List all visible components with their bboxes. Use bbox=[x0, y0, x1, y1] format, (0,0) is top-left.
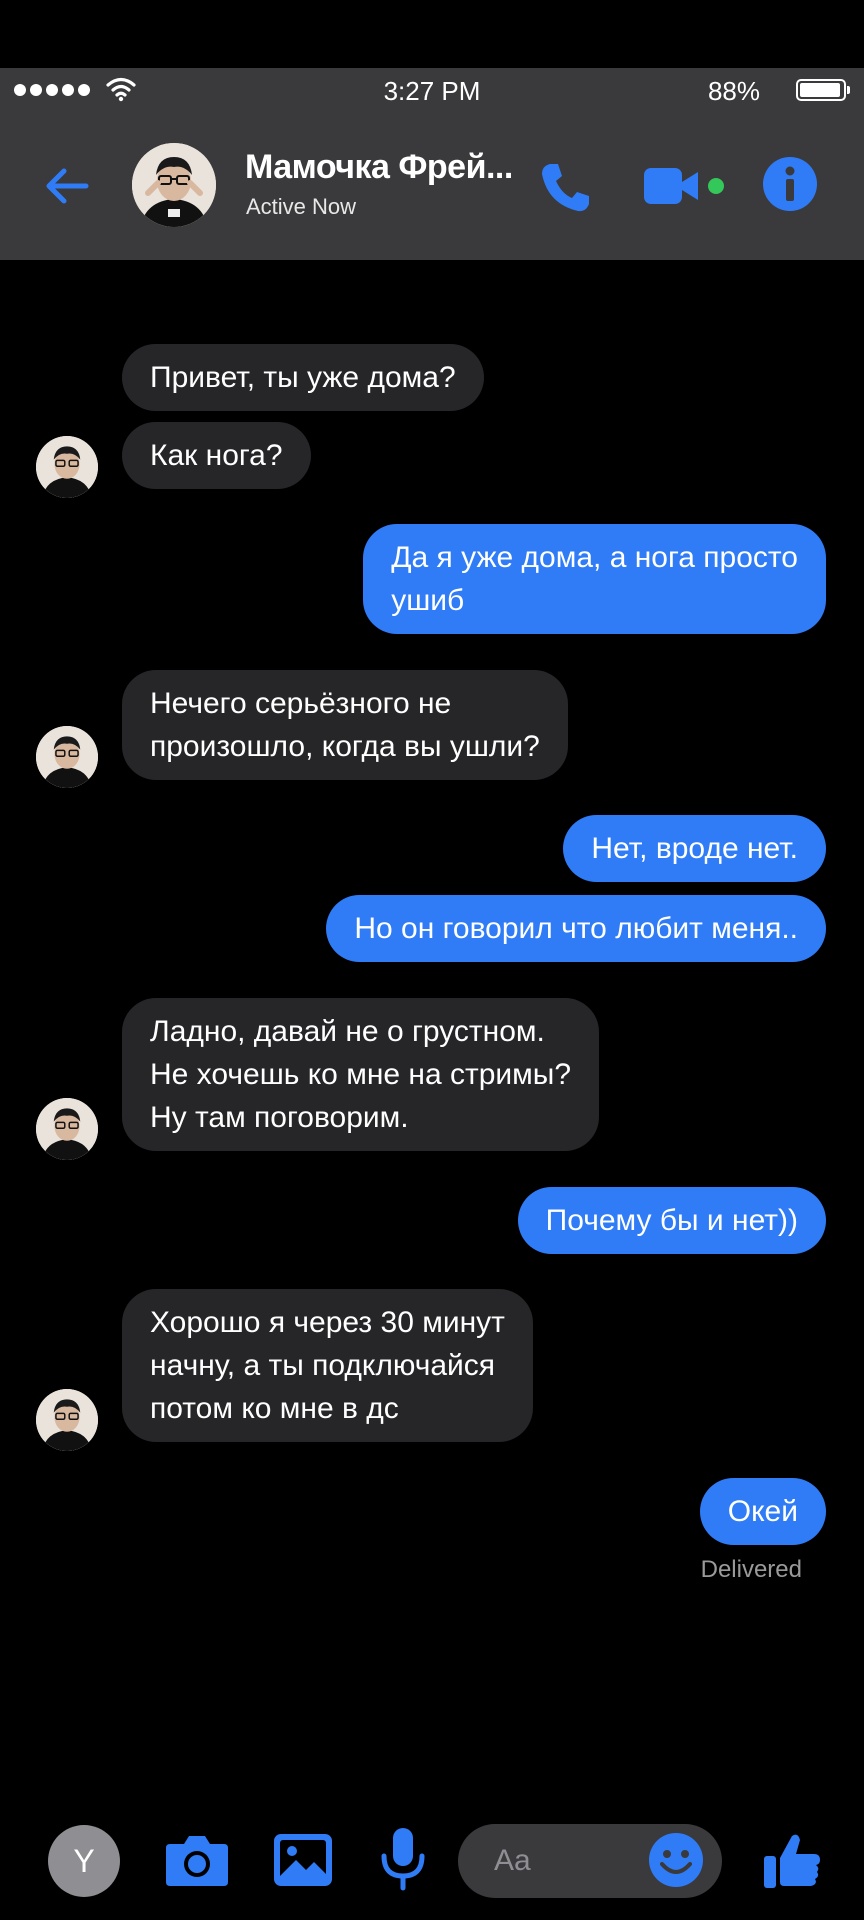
contact-status: Active Now bbox=[246, 194, 357, 219]
user-avatar-letter: Y bbox=[73, 1842, 95, 1879]
mic-icon[interactable] bbox=[378, 1826, 428, 1892]
message-incoming[interactable]: Как нога? bbox=[122, 422, 311, 489]
message-line: Ну там поговорим. bbox=[150, 1101, 409, 1134]
status-bar: 3:27 PM 88% bbox=[0, 68, 864, 110]
message-line: потом ко мне в дс bbox=[150, 1392, 399, 1425]
contact-name[interactable]: Мамочка Фрей... bbox=[245, 148, 513, 187]
gallery-icon[interactable] bbox=[272, 1830, 334, 1890]
user-avatar[interactable]: Y bbox=[48, 1825, 120, 1897]
message-outgoing[interactable]: Почему бы и нет)) bbox=[517, 1187, 826, 1254]
message-outgoing[interactable]: Да я уже дома, а нога просто ушиб bbox=[363, 524, 826, 634]
message-text: Почему бы и нет)) bbox=[545, 1204, 798, 1237]
message-incoming[interactable]: Нечего серьёзного не произошло, когда вы… bbox=[122, 670, 568, 780]
message-incoming[interactable]: Хорошо я через 30 минут начну, а ты подк… bbox=[122, 1289, 533, 1442]
battery-percent: 88% bbox=[707, 76, 760, 106]
contact-avatar-small[interactable] bbox=[36, 726, 98, 788]
conversation-header: Мамочка Фрей... Active Now bbox=[0, 110, 864, 260]
message-text: Как нога? bbox=[150, 439, 283, 472]
camera-icon[interactable] bbox=[164, 1830, 230, 1890]
message-outgoing[interactable]: Нет, вроде нет. bbox=[563, 815, 826, 882]
contact-avatar-small[interactable] bbox=[36, 1389, 98, 1451]
message-line: Не хочешь ко мне на стримы? bbox=[150, 1058, 572, 1091]
thumbs-up-icon[interactable] bbox=[760, 1828, 824, 1892]
contact-avatar-small[interactable] bbox=[36, 1098, 98, 1160]
message-line: Хорошо я через 30 минут bbox=[150, 1306, 505, 1339]
message-line: Да я уже дома, а нога просто bbox=[391, 541, 798, 574]
message-line: Ладно, давай не о грустном. bbox=[150, 1015, 545, 1048]
message-line: ушиб bbox=[391, 584, 465, 617]
emoji-icon[interactable] bbox=[648, 1832, 704, 1888]
message-incoming[interactable]: Привет, ты уже дома? bbox=[122, 344, 484, 411]
message-text: Нет, вроде нет. bbox=[591, 832, 798, 865]
composer-bar: Y Aa bbox=[0, 1800, 864, 1920]
top-band bbox=[0, 0, 864, 68]
contact-avatar-small[interactable] bbox=[36, 436, 98, 498]
message-outgoing[interactable]: Окей bbox=[699, 1478, 826, 1545]
message-outgoing[interactable]: Но он говорил что любит меня.. bbox=[326, 895, 826, 962]
message-text: Привет, ты уже дома? bbox=[150, 361, 456, 394]
phone-icon[interactable] bbox=[536, 158, 594, 216]
video-icon[interactable] bbox=[642, 160, 732, 212]
info-icon[interactable] bbox=[762, 156, 818, 212]
message-input-placeholder: Aa bbox=[494, 1844, 531, 1877]
message-line: Нечего серьёзного не bbox=[150, 687, 452, 720]
message-incoming[interactable]: Ладно, давай не о грустном. Не хочешь ко… bbox=[122, 998, 600, 1151]
message-text: Окей bbox=[727, 1495, 798, 1528]
message-line: начну, а ты подключайся bbox=[150, 1349, 496, 1382]
contact-avatar[interactable] bbox=[132, 143, 216, 227]
message-input[interactable]: Aa bbox=[458, 1824, 722, 1898]
back-arrow-icon[interactable] bbox=[40, 158, 96, 214]
message-text: Но он говорил что любит меня.. bbox=[354, 912, 798, 945]
message-line: произошло, когда вы ушли? bbox=[150, 730, 540, 763]
delivery-status: Delivered bbox=[700, 1556, 802, 1583]
battery-icon bbox=[796, 79, 850, 101]
